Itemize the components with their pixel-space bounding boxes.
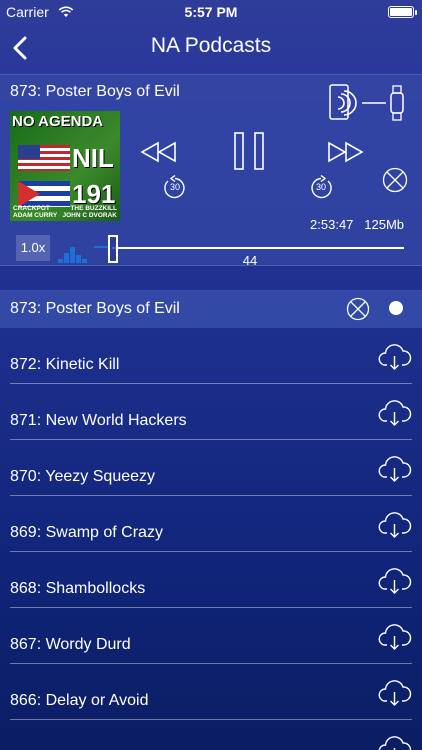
episode-label: 868: Shambollocks (10, 580, 146, 597)
episode-list: 872: Kinetic Kill 871: New World Hackers… (0, 328, 422, 750)
now-playing-dot-icon (389, 301, 403, 315)
list-item[interactable]: 869: Swamp of Crazy (0, 496, 422, 552)
cuba-flag-icon (18, 181, 70, 207)
skip-back-seconds: 30 (169, 182, 180, 192)
battery-icon (388, 6, 417, 18)
cloud-download-icon[interactable] (378, 567, 412, 600)
list-item[interactable]: 872: Kinetic Kill (0, 328, 422, 384)
episode-info: 2:53:47 125Mb (310, 217, 404, 232)
status-bar: Carrier 5:57 PM (0, 0, 422, 24)
artwork-credits: CRACKPOT THE BUZZKILL ADAM CURRY JOHN C … (13, 205, 117, 219)
rewind-button[interactable] (140, 141, 178, 168)
episode-duration: 2:53:47 (310, 217, 354, 232)
cloud-download-icon[interactable] (378, 399, 412, 432)
progress-track[interactable] (112, 247, 404, 249)
credit-left-role: CRACKPOT (13, 205, 50, 212)
skip-forward-seconds: 30 (315, 182, 326, 192)
cast-device-icon[interactable] (328, 81, 408, 126)
list-item[interactable]: 867: Wordy Durd (0, 608, 422, 664)
episode-size: 125Mb (364, 217, 404, 232)
episode-label: 871: New World Hackers (10, 412, 187, 429)
credit-right-name: JOHN C DVORAK (62, 212, 117, 219)
close-player-icon[interactable] (382, 167, 408, 198)
list-item[interactable]: 866: Delay or Avoid (0, 664, 422, 720)
skip-forward-30-button[interactable]: 30 (308, 175, 334, 201)
playback-position: 44 (242, 253, 258, 268)
cloud-download-icon[interactable] (378, 343, 412, 376)
list-item[interactable]: 871: New World Hackers (0, 384, 422, 440)
episode-artwork: NO AGENDA NIL 191 CRACKPOT THE BUZZKILL … (10, 111, 120, 221)
progress-thumb[interactable] (108, 235, 118, 263)
episode-label: 869: Swamp of Crazy (10, 524, 163, 541)
credit-left-name: ADAM CURRY (13, 212, 58, 219)
delete-download-icon[interactable] (346, 297, 370, 326)
episode-label: 872: Kinetic Kill (10, 356, 120, 373)
current-episode-row[interactable]: 873: Poster Boys of Evil (0, 290, 422, 328)
credit-right-role: THE BUZZKILL (70, 205, 117, 212)
artwork-word: NIL (72, 143, 114, 173)
artwork-brand: NO AGENDA (12, 113, 104, 130)
cloud-download-icon[interactable] (378, 455, 412, 488)
skip-back-30-button[interactable]: 30 (162, 175, 188, 201)
playback-speed-button[interactable]: 1.0x (16, 235, 50, 261)
now-playing-title: 873: Poster Boys of Evil (10, 83, 180, 100)
pause-button[interactable] (233, 131, 265, 176)
volume-meter-icon (58, 243, 112, 263)
cloud-download-icon[interactable] (378, 623, 412, 656)
fast-forward-button[interactable] (326, 141, 364, 168)
list-item[interactable]: 868: Shambollocks (0, 552, 422, 608)
player-panel: 873: Poster Boys of Evil NO AGENDA NIL 1… (0, 74, 422, 268)
episode-label: 870: Yeezy Squeezy (10, 468, 156, 485)
page-title: NA Podcasts (150, 34, 272, 57)
cloud-download-icon[interactable] (378, 511, 412, 544)
cloud-download-icon[interactable] (378, 679, 412, 712)
clock: 5:57 PM (184, 4, 238, 20)
list-item[interactable] (0, 720, 422, 750)
cloud-download-icon[interactable] (378, 735, 412, 750)
episode-label: 866: Delay or Avoid (10, 692, 149, 709)
navigation-bar: NA Podcasts (0, 24, 422, 72)
current-episode-label: 873: Poster Boys of Evil (10, 300, 180, 317)
us-flag-icon (18, 145, 70, 171)
episode-label: 867: Wordy Durd (10, 636, 131, 653)
list-item[interactable]: 870: Yeezy Squeezy (0, 440, 422, 496)
